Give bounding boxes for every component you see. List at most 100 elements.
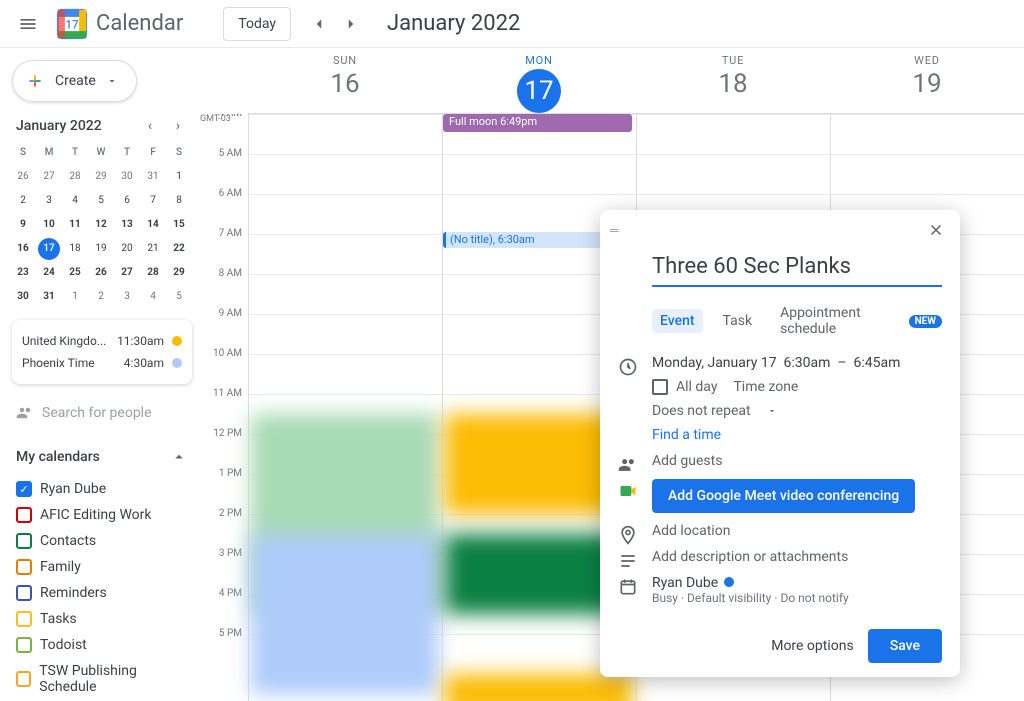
header-date: January 2022 [387, 11, 520, 36]
mini-day[interactable]: 28 [142, 262, 164, 284]
app-header: 17 Calendar Today January 2022 [0, 0, 1024, 48]
guests-icon [618, 455, 638, 475]
save-button[interactable]: Save [868, 629, 942, 663]
allday-event[interactable]: Full moon 6:49pm [443, 114, 632, 132]
mini-day[interactable]: 7 [142, 190, 164, 212]
calendar-item[interactable]: Tasks [12, 606, 192, 632]
mini-next-button[interactable]: › [168, 118, 188, 134]
mini-day[interactable]: 18 [64, 238, 86, 260]
mini-day[interactable]: 19 [90, 238, 112, 260]
calendar-item[interactable]: Contacts [12, 528, 192, 554]
hour-label: 6 AM [200, 188, 242, 228]
people-icon [16, 404, 34, 422]
mini-day[interactable]: 11 [64, 214, 86, 236]
hamburger-menu-icon[interactable] [8, 4, 48, 44]
prev-period-button[interactable] [303, 8, 335, 40]
mini-day[interactable]: 1 [168, 166, 190, 188]
allday-checkbox[interactable]: All day [652, 379, 717, 395]
mini-day[interactable]: 1 [64, 286, 86, 308]
mini-dow: M [38, 142, 60, 164]
mini-day[interactable]: 29 [168, 262, 190, 284]
mini-day[interactable]: 13 [116, 214, 138, 236]
hour-label: 7 AM [200, 228, 242, 268]
mini-day[interactable]: 4 [64, 190, 86, 212]
mini-prev-button[interactable]: ‹ [140, 118, 160, 134]
mini-day[interactable]: 30 [116, 166, 138, 188]
day-header[interactable]: TUE18 [636, 48, 830, 113]
add-location-field[interactable]: Add location [652, 523, 730, 539]
hour-label: 12 PM [200, 428, 242, 468]
search-people[interactable]: Search for people [12, 396, 192, 430]
mini-day[interactable]: 27 [38, 166, 60, 188]
mini-day[interactable]: 15 [168, 214, 190, 236]
calendar-item[interactable]: Ryan Dube [12, 476, 192, 502]
event-title-input[interactable] [652, 250, 942, 287]
mini-day[interactable]: 30 [12, 286, 34, 308]
mini-dow: T [116, 142, 138, 164]
day-header[interactable]: WED19 [830, 48, 1024, 113]
tab-event[interactable]: Event [652, 309, 703, 333]
mini-day[interactable]: 28 [64, 166, 86, 188]
mini-day[interactable]: 2 [12, 190, 34, 212]
mini-day[interactable]: 31 [38, 286, 60, 308]
my-calendars-toggle[interactable]: My calendars [12, 442, 192, 472]
app-title: Calendar [96, 11, 183, 36]
mini-day[interactable]: 26 [90, 262, 112, 284]
mini-day[interactable]: 17 [38, 238, 60, 260]
mini-day[interactable]: 2 [90, 286, 112, 308]
mini-day[interactable]: 26 [12, 166, 34, 188]
hour-label: 4 AM [200, 114, 242, 148]
mini-day[interactable]: 12 [90, 214, 112, 236]
add-guests-field[interactable]: Add guests [652, 453, 722, 469]
event-owner[interactable]: Ryan Dube [652, 575, 849, 591]
day-header[interactable]: SUN16 [248, 48, 442, 113]
mini-day[interactable]: 3 [116, 286, 138, 308]
day-header[interactable]: MON17 [442, 48, 636, 113]
calendar-item[interactable]: Family [12, 554, 192, 580]
add-meet-button[interactable]: Add Google Meet video conferencing [652, 479, 915, 513]
mini-day[interactable]: 22 [168, 238, 190, 260]
mini-day[interactable]: 16 [12, 238, 34, 260]
tab-appointment[interactable]: Appointment schedule [772, 301, 896, 341]
mini-day[interactable]: 29 [90, 166, 112, 188]
hour-label: 5 PM [200, 628, 242, 668]
more-options-button[interactable]: More options [771, 638, 854, 654]
drag-handle-icon[interactable]: ═ [610, 223, 619, 237]
day-column[interactable] [248, 114, 442, 701]
calendar-item[interactable]: Todoist [12, 632, 192, 658]
mini-day[interactable]: 20 [116, 238, 138, 260]
mini-day[interactable]: 8 [168, 190, 190, 212]
repeat-dropdown[interactable]: Does not repeat [652, 403, 900, 419]
hour-label: 2 PM [200, 508, 242, 548]
mini-day[interactable]: 5 [90, 190, 112, 212]
calendar-item[interactable]: Reminders [12, 580, 192, 606]
tab-task[interactable]: Task [715, 309, 761, 333]
description-icon [618, 551, 638, 571]
mini-day[interactable]: 21 [142, 238, 164, 260]
mini-day[interactable]: 6 [116, 190, 138, 212]
chevron-down-icon [767, 406, 777, 416]
mini-day[interactable]: 10 [38, 214, 60, 236]
add-description-field[interactable]: Add description or attachments [652, 549, 848, 565]
mini-day[interactable]: 3 [38, 190, 60, 212]
mini-day[interactable]: 31 [142, 166, 164, 188]
event-datetime[interactable]: Monday, January 17 6:30am – 6:45am [652, 355, 900, 371]
mini-day[interactable]: 5 [168, 286, 190, 308]
event-visibility[interactable]: Busy · Default visibility · Do not notif… [652, 591, 849, 605]
find-time-link[interactable]: Find a time [652, 427, 721, 443]
mini-day[interactable]: 23 [12, 262, 34, 284]
mini-day[interactable]: 9 [12, 214, 34, 236]
mini-day[interactable]: 27 [116, 262, 138, 284]
mini-day[interactable]: 14 [142, 214, 164, 236]
close-button[interactable] [922, 216, 950, 244]
today-button[interactable]: Today [223, 7, 291, 41]
mini-day[interactable]: 25 [64, 262, 86, 284]
calendar-item[interactable]: AFIC Editing Work [12, 502, 192, 528]
calendar-item[interactable]: TSW Publishing Schedule [12, 658, 192, 700]
mini-day[interactable]: 24 [38, 262, 60, 284]
timezone-link[interactable]: Time zone [733, 379, 798, 395]
next-period-button[interactable] [335, 8, 367, 40]
create-button[interactable]: Create [12, 60, 137, 102]
mini-dow: W [90, 142, 112, 164]
mini-day[interactable]: 4 [142, 286, 164, 308]
